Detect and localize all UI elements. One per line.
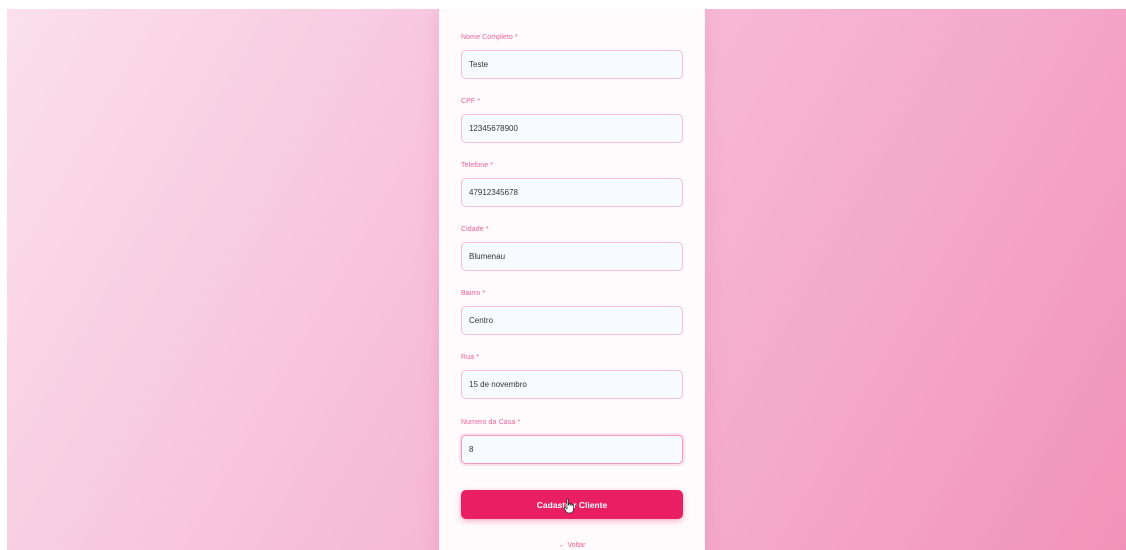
neighborhood-label: Bairro *	[461, 290, 486, 297]
cpf-label: CPF *	[461, 98, 481, 105]
cpf-input[interactable]	[461, 114, 683, 143]
full-name-input[interactable]	[461, 50, 683, 79]
back-link[interactable]: ← Voltar	[439, 542, 705, 549]
neighborhood-input[interactable]	[461, 306, 683, 335]
street-input[interactable]	[461, 370, 683, 399]
street-label: Rua *	[461, 354, 480, 361]
house-number-label: Numero da Casa *	[461, 419, 521, 426]
house-number-input[interactable]	[461, 435, 683, 464]
phone-label: Telefone *	[461, 162, 494, 169]
city-label: Cidade *	[461, 226, 489, 233]
full-name-label: Nome Completo *	[461, 34, 518, 41]
phone-input[interactable]	[461, 178, 683, 207]
hand-pointer-icon	[563, 498, 574, 514]
city-input[interactable]	[461, 242, 683, 271]
page-background: Nome Completo * CPF * Telefone * Cidade …	[7, 9, 1126, 550]
client-registration-form: Nome Completo * CPF * Telefone * Cidade …	[439, 9, 705, 550]
